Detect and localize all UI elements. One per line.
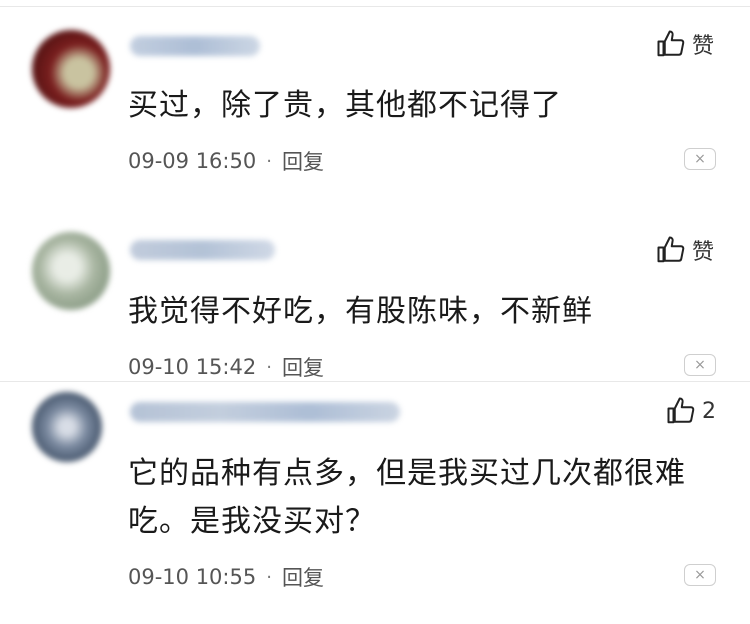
close-icon: × [694, 357, 706, 373]
thumbs-up-icon [657, 236, 685, 263]
comment-meta: 09-09 16:50 · 回复 [128, 146, 324, 176]
username-blurred[interactable] [130, 402, 400, 422]
avatar[interactable] [32, 232, 110, 310]
like-count: 2 [702, 398, 716, 424]
divider [0, 6, 750, 7]
close-button[interactable]: × [684, 148, 716, 170]
close-icon: × [694, 151, 706, 167]
close-icon: × [694, 567, 706, 583]
thumbs-up-icon [667, 397, 695, 424]
like-button[interactable]: 2 [666, 396, 716, 426]
comment-text: 买过，除了贵，其他都不记得了 [128, 88, 562, 123]
separator-dot: · [266, 566, 272, 588]
separator-dot: · [266, 356, 272, 378]
divider [0, 381, 750, 382]
comment-time: 09-09 16:50 [128, 149, 257, 173]
thumbs-up-icon [657, 30, 685, 57]
username-blurred[interactable] [130, 36, 260, 56]
close-button[interactable]: × [684, 354, 716, 376]
avatar[interactable] [32, 392, 102, 462]
close-button[interactable]: × [684, 564, 716, 586]
like-button[interactable]: 赞 [656, 28, 714, 60]
username-blurred[interactable] [130, 240, 275, 260]
comment-text: 我觉得不好吃，有股陈味，不新鲜 [128, 294, 593, 329]
comment-text: 它的品种有点多，但是我买过几次都很难吃。是我没买对？ [128, 456, 686, 539]
comment-meta: 09-10 10:55 · 回复 [128, 562, 324, 592]
comment-meta: 09-10 15:42 · 回复 [128, 352, 324, 382]
like-button[interactable]: 赞 [656, 234, 714, 266]
avatar[interactable] [32, 30, 110, 108]
reply-link[interactable]: 回复 [282, 562, 324, 592]
comment-time: 09-10 15:42 [128, 355, 257, 379]
separator-dot: · [266, 150, 272, 172]
like-label: 赞 [692, 34, 715, 59]
like-label: 赞 [692, 240, 715, 265]
reply-link[interactable]: 回复 [282, 146, 324, 176]
reply-link[interactable]: 回复 [282, 352, 324, 382]
comment-time: 09-10 10:55 [128, 565, 257, 589]
